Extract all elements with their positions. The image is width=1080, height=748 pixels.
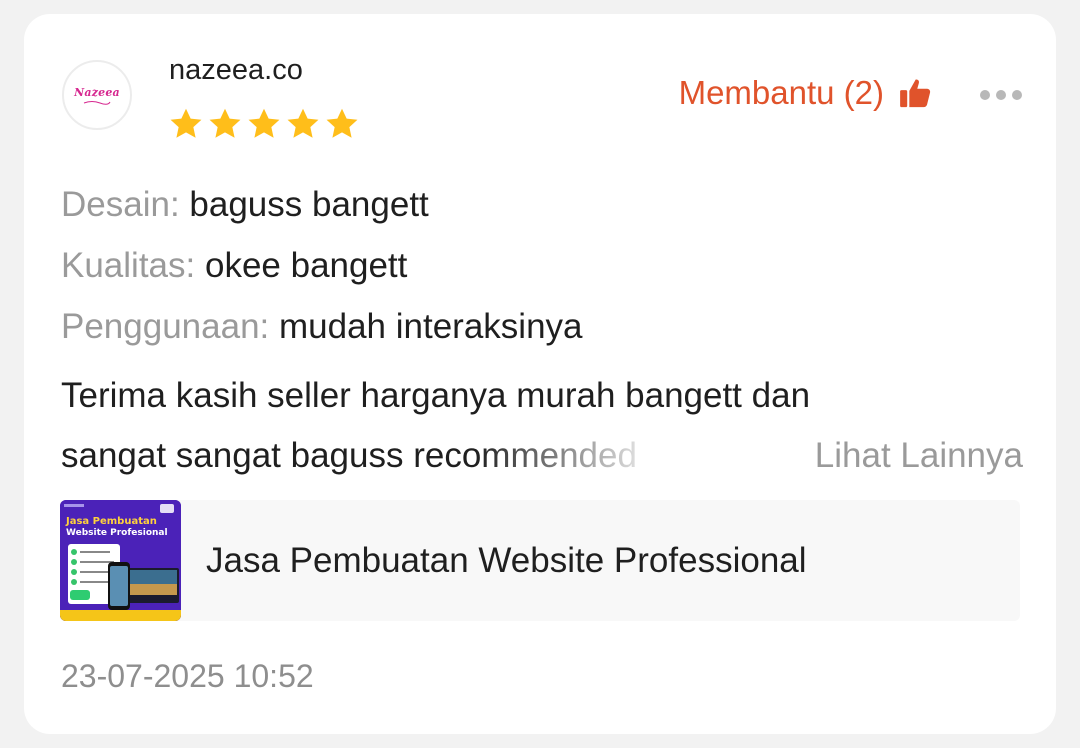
- review-card: Nazeea nazeea.co Membantu (2) Desain: ba…: [24, 14, 1056, 734]
- avatar-logo-text: Nazeea: [74, 85, 120, 99]
- review-comment: Terima kasih seller harganya murah bange…: [61, 366, 1031, 486]
- avatar[interactable]: Nazeea: [62, 60, 132, 130]
- thumbnail-subtitle: Website Profesional: [66, 528, 168, 538]
- comment-line: sangat sangat baguss recommended Lihat L…: [61, 426, 1031, 486]
- attribute-usage: Penggunaan: mudah interaksinya: [61, 296, 583, 357]
- star-icon: [326, 108, 358, 138]
- attribute-value: okee bangett: [204, 246, 408, 285]
- helpful-label: Membantu (2): [678, 74, 884, 111]
- star-icon: [287, 108, 319, 138]
- comment-line: Terima kasih seller harganya murah bange…: [61, 366, 1031, 426]
- star-icon: [209, 108, 241, 138]
- review-timestamp: 23-07-2025 10:52: [61, 658, 314, 694]
- comment-text: sangat sangat baguss recommended: [61, 436, 637, 475]
- attribute-quality: Kualitas: okee bangett: [61, 235, 583, 296]
- product-thumbnail: Jasa Pembuatan Website Profesional: [60, 500, 181, 621]
- product-link[interactable]: Jasa Pembuatan Website Profesional Jasa …: [60, 500, 1020, 621]
- dot-icon: [980, 90, 990, 100]
- more-options-button[interactable]: [980, 90, 1022, 100]
- see-more-link[interactable]: Lihat Lainnya: [815, 426, 1023, 486]
- attribute-value: baguss bangett: [189, 185, 429, 224]
- review-attributes: Desain: baguss bangett Kualitas: okee ba…: [61, 174, 583, 357]
- thumbnail-title: Jasa Pembuatan: [66, 516, 157, 527]
- star-icon: [248, 108, 280, 138]
- product-name: Jasa Pembuatan Website Professional: [206, 540, 807, 580]
- attribute-design: Desain: baguss bangett: [61, 174, 583, 235]
- attribute-label: Kualitas:: [61, 246, 196, 285]
- attribute-label: Desain:: [61, 185, 180, 224]
- attribute-label: Penggunaan:: [61, 307, 270, 346]
- star-rating: [168, 106, 360, 142]
- star-icon: [170, 108, 202, 138]
- attribute-value: mudah interaksinya: [279, 307, 583, 346]
- username[interactable]: nazeea.co: [169, 54, 303, 87]
- dot-icon: [1012, 90, 1022, 100]
- helpful-button[interactable]: Membantu (2): [679, 74, 932, 112]
- dot-icon: [996, 90, 1006, 100]
- logo-swash-icon: [83, 100, 111, 105]
- comment-text: Terima kasih seller harganya murah bange…: [61, 376, 811, 415]
- thumbs-up-icon: [900, 79, 931, 108]
